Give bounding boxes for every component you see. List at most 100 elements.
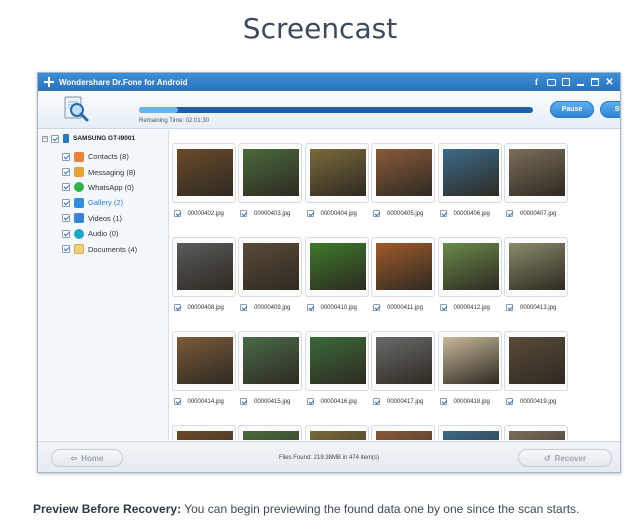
sidebar-item-messaging[interactable]: Messaging (8) bbox=[62, 164, 137, 179]
photo-checkbox[interactable] bbox=[173, 304, 181, 311]
photo-preview-image bbox=[309, 431, 366, 440]
photo-filename: 00000402.jpg bbox=[187, 210, 224, 217]
device-name: SAMSUNG GT-I9001 bbox=[73, 135, 136, 142]
photo-thumbnail[interactable] bbox=[371, 237, 435, 297]
photo-checkbox[interactable] bbox=[506, 398, 513, 405]
pause-button[interactable]: Pause bbox=[550, 101, 594, 118]
scan-toolbar: Remaining Time: 02:01:30 Pause Stop bbox=[38, 91, 620, 129]
gallery-grid: 00000402.jpg 00000403.jpg 00000404.jpg 0000… bbox=[170, 130, 620, 440]
photo-checkbox[interactable] bbox=[439, 398, 447, 405]
category-checkbox[interactable] bbox=[62, 198, 70, 207]
photo-thumbnail[interactable] bbox=[238, 143, 302, 203]
photo-thumbnail[interactable] bbox=[238, 425, 302, 440]
photo-thumbnail[interactable] bbox=[437, 143, 502, 203]
photo-checkbox[interactable] bbox=[506, 304, 513, 311]
photo-thumbnail[interactable] bbox=[504, 425, 568, 440]
photo-filename: 00000403.jpg bbox=[254, 210, 291, 217]
page-title: Screencast bbox=[242, 12, 398, 45]
photo-checkbox[interactable] bbox=[373, 304, 380, 311]
photo-caption: 00000416.jpg bbox=[306, 398, 357, 405]
photo-thumbnail[interactable] bbox=[371, 143, 435, 203]
photo-thumbnail[interactable] bbox=[171, 237, 236, 297]
category-checkbox[interactable] bbox=[62, 152, 70, 161]
photo-caption: 00000408.jpg bbox=[173, 304, 224, 311]
scan-magnifier-icon bbox=[64, 96, 89, 122]
sidebar-item-whatsapp[interactable]: WhatsApp (0) bbox=[62, 180, 137, 195]
close-icon[interactable]: ✕ bbox=[605, 77, 614, 88]
photo-preview-image bbox=[509, 337, 565, 384]
recover-button[interactable]: ↺ Recover bbox=[518, 449, 612, 467]
photo-preview-image bbox=[442, 243, 499, 290]
photo-thumbnail[interactable] bbox=[171, 331, 236, 391]
category-checkbox[interactable] bbox=[62, 229, 70, 238]
photo-thumbnail[interactable] bbox=[238, 237, 302, 297]
sidebar-item-videos[interactable]: Videos (1) bbox=[62, 211, 137, 226]
photo-thumbnail[interactable] bbox=[371, 331, 435, 391]
sidebar-item-gallery[interactable]: Gallery (2) bbox=[62, 195, 137, 210]
photo-checkbox[interactable] bbox=[240, 210, 247, 217]
category-checkbox[interactable] bbox=[62, 168, 70, 177]
photo-caption: 00000410.jpg bbox=[306, 304, 357, 311]
photo-checkbox[interactable] bbox=[506, 210, 513, 217]
photo-thumbnail[interactable] bbox=[437, 237, 502, 297]
photo-thumbnail[interactable] bbox=[304, 237, 369, 297]
recover-icon: ↺ bbox=[543, 453, 551, 463]
category-checkbox[interactable] bbox=[62, 214, 70, 223]
category-checkbox[interactable] bbox=[62, 245, 70, 254]
feedback-icon[interactable] bbox=[562, 78, 570, 86]
photo-checkbox[interactable] bbox=[240, 398, 247, 405]
photo-thumbnail[interactable] bbox=[304, 143, 369, 203]
photo-caption: 00000414.jpg bbox=[173, 398, 224, 405]
photo-caption: 00000411.jpg bbox=[373, 304, 423, 311]
photo-thumbnail[interactable] bbox=[437, 425, 502, 440]
sidebar-item-audio[interactable]: Audio (0) bbox=[62, 226, 137, 241]
photo-preview-image bbox=[243, 243, 299, 290]
window-title: Wondershare Dr.Fone for Android bbox=[59, 77, 188, 87]
photo-preview-image bbox=[376, 243, 432, 290]
photo-checkbox[interactable] bbox=[439, 210, 447, 217]
sidebar-item-documents[interactable]: Documents (4) bbox=[62, 241, 137, 256]
device-node[interactable]: − SAMSUNG GT-I9001 bbox=[42, 134, 135, 143]
photo-checkbox[interactable] bbox=[306, 398, 314, 405]
page-caption: Preview Before Recovery: You can begin p… bbox=[33, 502, 633, 516]
device-checkbox[interactable] bbox=[51, 134, 59, 143]
photo-checkbox[interactable] bbox=[373, 210, 380, 217]
photo-filename: 00000416.jpg bbox=[320, 398, 357, 405]
photo-checkbox[interactable] bbox=[306, 304, 314, 311]
photo-checkbox[interactable] bbox=[373, 398, 380, 405]
whatsapp-icon bbox=[74, 182, 84, 193]
collapse-toggle-icon[interactable]: − bbox=[42, 135, 48, 142]
photo-checkbox[interactable] bbox=[173, 210, 181, 217]
minimize-icon[interactable] bbox=[576, 78, 585, 87]
photo-preview-image bbox=[442, 149, 499, 196]
category-sidebar: − SAMSUNG GT-I9001 Contacts (8) Messaging… bbox=[38, 130, 169, 440]
stop-button[interactable]: Stop bbox=[600, 101, 620, 118]
recover-button-label: Recover bbox=[554, 453, 587, 463]
maximize-icon[interactable] bbox=[591, 78, 599, 86]
photo-preview-image bbox=[243, 149, 299, 196]
photo-checkbox[interactable] bbox=[240, 304, 247, 311]
contacts-icon bbox=[74, 151, 84, 162]
photo-checkbox[interactable] bbox=[173, 398, 181, 405]
photo-thumbnail[interactable] bbox=[371, 425, 435, 440]
photo-thumbnail[interactable] bbox=[171, 143, 236, 203]
category-checkbox[interactable] bbox=[62, 183, 70, 192]
photo-checkbox[interactable] bbox=[439, 304, 447, 311]
photo-preview-image bbox=[376, 149, 432, 196]
photo-thumbnail[interactable] bbox=[437, 331, 502, 391]
sidebar-item-contacts[interactable]: Contacts (8) bbox=[62, 149, 137, 164]
photo-thumbnail[interactable] bbox=[504, 237, 568, 297]
facebook-icon[interactable]: f bbox=[532, 77, 541, 87]
status-bar: ⇦ Home Files Found: 219.38MB in 474 item… bbox=[38, 441, 620, 472]
photo-thumbnail[interactable] bbox=[304, 331, 369, 391]
chat-icon[interactable] bbox=[547, 78, 556, 86]
photo-thumbnail[interactable] bbox=[238, 331, 302, 391]
photo-preview-image bbox=[376, 431, 432, 440]
scan-progress-fill bbox=[139, 107, 179, 113]
photo-thumbnail[interactable] bbox=[504, 331, 568, 391]
photo-checkbox[interactable] bbox=[306, 210, 314, 217]
photo-thumbnail[interactable] bbox=[304, 425, 369, 440]
photo-thumbnail[interactable] bbox=[171, 425, 236, 440]
phone-icon bbox=[63, 134, 69, 143]
photo-thumbnail[interactable] bbox=[504, 143, 568, 203]
